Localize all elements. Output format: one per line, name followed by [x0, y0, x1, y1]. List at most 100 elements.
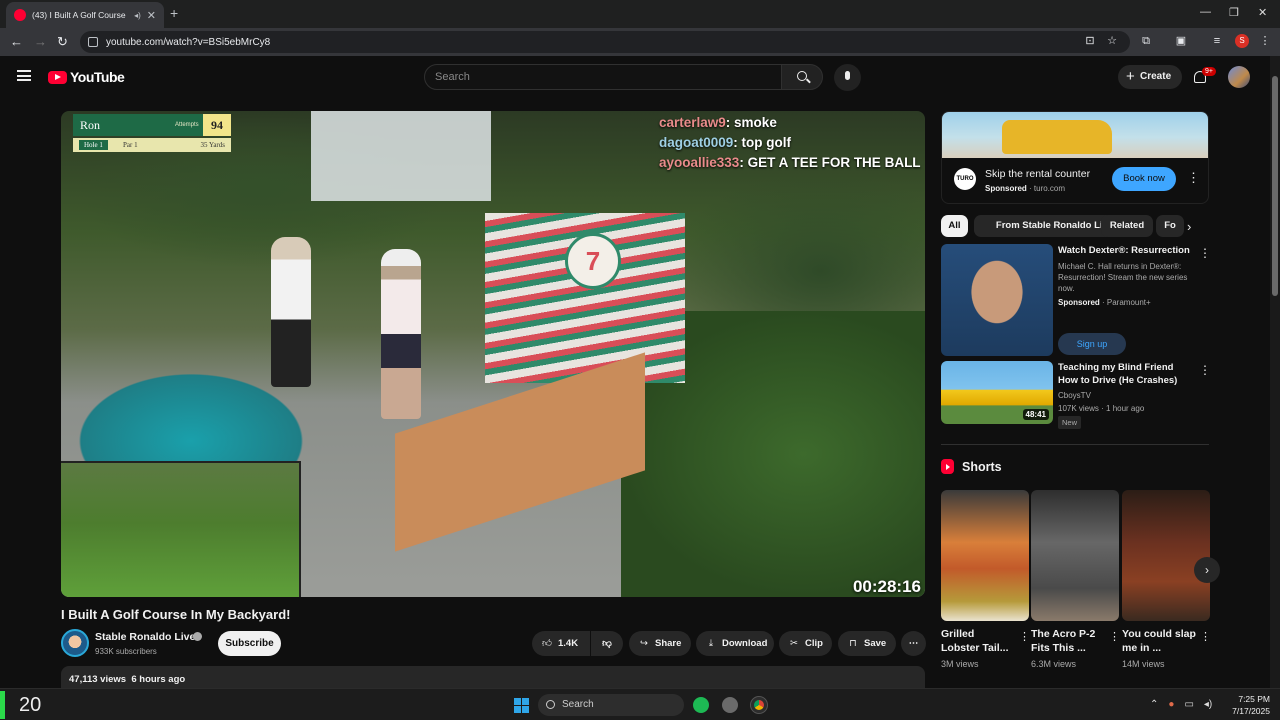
- upload-age: 6 hours ago: [131, 674, 186, 685]
- like-button[interactable]: 👍︎ 1.4K: [532, 631, 590, 656]
- microphone-icon: [845, 71, 850, 80]
- short-item[interactable]: You could slap me in ... 14M views ⋮: [1122, 490, 1211, 669]
- save-button[interactable]: ⊓ Save: [838, 631, 896, 656]
- chip-all[interactable]: All: [941, 215, 968, 237]
- reload-icon[interactable]: ↻: [57, 34, 68, 50]
- more-icon[interactable]: ⋮: [1019, 630, 1030, 643]
- tray-chevron-up-icon[interactable]: ⌃: [1150, 699, 1158, 710]
- account-avatar[interactable]: [1228, 66, 1250, 88]
- spotify-icon[interactable]: [693, 697, 709, 713]
- sponsored-ad-card[interactable]: TURO Skip the rental counter Sponsored ·…: [941, 111, 1209, 204]
- subscriber-count: 933K subscribers: [95, 647, 157, 656]
- site-info-icon[interactable]: [88, 37, 98, 47]
- search-input[interactable]: Search: [424, 64, 782, 90]
- sign-up-button[interactable]: Sign up: [1058, 333, 1126, 355]
- thumbs-down-icon: 👎︎: [602, 638, 612, 649]
- extensions-icon[interactable]: ⧉: [1140, 35, 1152, 47]
- more-icon[interactable]: ⋮: [1200, 630, 1211, 643]
- chip-related[interactable]: Related: [1101, 215, 1153, 237]
- display-icon[interactable]: ▭: [1184, 699, 1193, 710]
- search-button[interactable]: [781, 64, 823, 90]
- stream-timer: 00:28:16: [852, 577, 921, 596]
- scrollbar-thumb[interactable]: [1272, 76, 1278, 296]
- taskbar-search[interactable]: Search: [538, 694, 684, 716]
- short-title[interactable]: Grilled Lobster Tail...: [941, 627, 1015, 655]
- book-now-button[interactable]: Book now: [1112, 167, 1176, 191]
- bookmark-star-icon[interactable]: ☆: [1106, 35, 1118, 47]
- recommendation-title[interactable]: Watch Dexter®: Resurrection: [1058, 244, 1196, 257]
- windows-taskbar: 20 Search ⌃ ● ▭ ◂) 7:25 PM 7/17/2025: [0, 688, 1280, 720]
- windows-start-icon[interactable]: [514, 698, 529, 713]
- channel-name[interactable]: Stable Ronaldo Live: [95, 631, 195, 643]
- more-dots-icon: ⋯: [908, 638, 919, 649]
- create-button[interactable]: Create: [1118, 65, 1182, 89]
- video-player[interactable]: 7 Ron Attempts 94 Hole 1 Par 1 35 Yards …: [61, 111, 925, 597]
- forward-icon[interactable]: →: [34, 34, 47, 49]
- guide-menu-icon[interactable]: [17, 70, 31, 81]
- short-title[interactable]: The Acro P-2 Fits This ...: [1031, 627, 1105, 655]
- restore-icon[interactable]: ❐: [1229, 6, 1239, 19]
- chrome-icon[interactable]: [750, 696, 768, 714]
- address-bar[interactable]: youtube.com/watch?v=BSi5ebMrCy8: [80, 31, 1130, 53]
- install-app-icon[interactable]: ⊡: [1084, 35, 1096, 47]
- share-button[interactable]: ↪ Share: [629, 631, 691, 656]
- stream-chat-overlay: carterlaw9: smoke dagoat0009: top golf a…: [659, 113, 921, 173]
- dislike-button[interactable]: 👎︎: [591, 631, 623, 656]
- back-icon[interactable]: ←: [10, 34, 23, 49]
- browser-profile-avatar[interactable]: S: [1235, 34, 1249, 48]
- page-scrollbar[interactable]: [1270, 56, 1280, 688]
- short-item[interactable]: The Acro P-2 Fits This ... 6.3M views ⋮: [1031, 490, 1120, 669]
- short-title[interactable]: You could slap me in ...: [1122, 627, 1196, 655]
- short-thumbnail[interactable]: [1031, 490, 1119, 621]
- short-thumbnail[interactable]: [1122, 490, 1210, 621]
- microphone-icon[interactable]: ●: [1168, 699, 1174, 710]
- taskbar-clock[interactable]: 7:25 PM 7/17/2025: [1226, 693, 1270, 717]
- more-icon[interactable]: ⋮: [1199, 246, 1211, 260]
- scorebug-par: Par 1: [123, 141, 138, 149]
- chat-line: carterlaw9: smoke: [659, 115, 777, 130]
- close-tab-icon[interactable]: ✕: [147, 9, 156, 22]
- short-views: 3M views: [941, 659, 979, 669]
- youtube-logo[interactable]: YouTube: [48, 69, 125, 85]
- more-actions-button[interactable]: ⋯: [901, 631, 926, 656]
- notification-badge: 9+: [1202, 67, 1216, 76]
- download-button[interactable]: ⤓ Download: [696, 631, 774, 656]
- subscribe-button[interactable]: Subscribe: [218, 631, 281, 656]
- more-icon[interactable]: ⋮: [1109, 630, 1120, 643]
- media-controls-icon[interactable]: ≡: [1211, 35, 1223, 47]
- recommendation-sponsor-line: Sponsored · Paramount+: [1058, 298, 1151, 307]
- short-item[interactable]: Grilled Lobster Tail... 3M views ⋮: [941, 490, 1030, 669]
- new-tab-icon[interactable]: +: [170, 5, 178, 21]
- video-thumbnail[interactable]: 48:41: [941, 361, 1053, 424]
- video-title: I Built A Golf Course In My Backyard!: [61, 607, 291, 622]
- recommendation-title[interactable]: Teaching my Blind Friend How to Drive (H…: [1058, 361, 1196, 387]
- shorts-next-arrow-icon[interactable]: ›: [1194, 557, 1220, 583]
- split-view-icon[interactable]: ▣: [1175, 35, 1187, 47]
- more-icon[interactable]: ⋮: [1199, 363, 1211, 377]
- ad-more-icon[interactable]: ⋮: [1187, 170, 1200, 186]
- video-frame-golfer: [381, 249, 421, 419]
- short-thumbnail[interactable]: [941, 490, 1029, 621]
- seven-eleven-logo: 7: [565, 233, 621, 289]
- save-label: Save: [864, 638, 887, 649]
- chat-line: dagoat0009: top golf: [659, 135, 792, 150]
- download-icon: ⤓: [708, 638, 714, 649]
- voice-search-button[interactable]: [834, 64, 861, 91]
- browser-menu-icon[interactable]: ⋮: [1259, 35, 1271, 47]
- close-window-icon[interactable]: ✕: [1258, 6, 1267, 19]
- minimize-icon[interactable]: —: [1200, 6, 1211, 18]
- recommendation-channel[interactable]: CboysTV: [1058, 390, 1198, 401]
- search-icon: [797, 71, 807, 81]
- ad-headline: Skip the rental counter: [985, 168, 1091, 180]
- scorebug-yards: 35 Yards: [200, 141, 225, 149]
- video-thumbnail[interactable]: [941, 244, 1053, 356]
- clip-button[interactable]: ✂ Clip: [779, 631, 832, 656]
- taskbar-widget-number[interactable]: 20: [0, 691, 41, 719]
- chip-partial[interactable]: Fo: [1156, 215, 1184, 237]
- app-icon[interactable]: [722, 697, 738, 713]
- volume-icon[interactable]: ◂): [1204, 699, 1212, 710]
- chevron-right-icon[interactable]: ›: [1187, 219, 1191, 234]
- channel-avatar[interactable]: [61, 629, 89, 657]
- chat-message: GET A TEE FOR THE BALL: [747, 155, 921, 170]
- browser-tab[interactable]: (43) I Built A Golf Course In ◂) ✕: [6, 2, 164, 28]
